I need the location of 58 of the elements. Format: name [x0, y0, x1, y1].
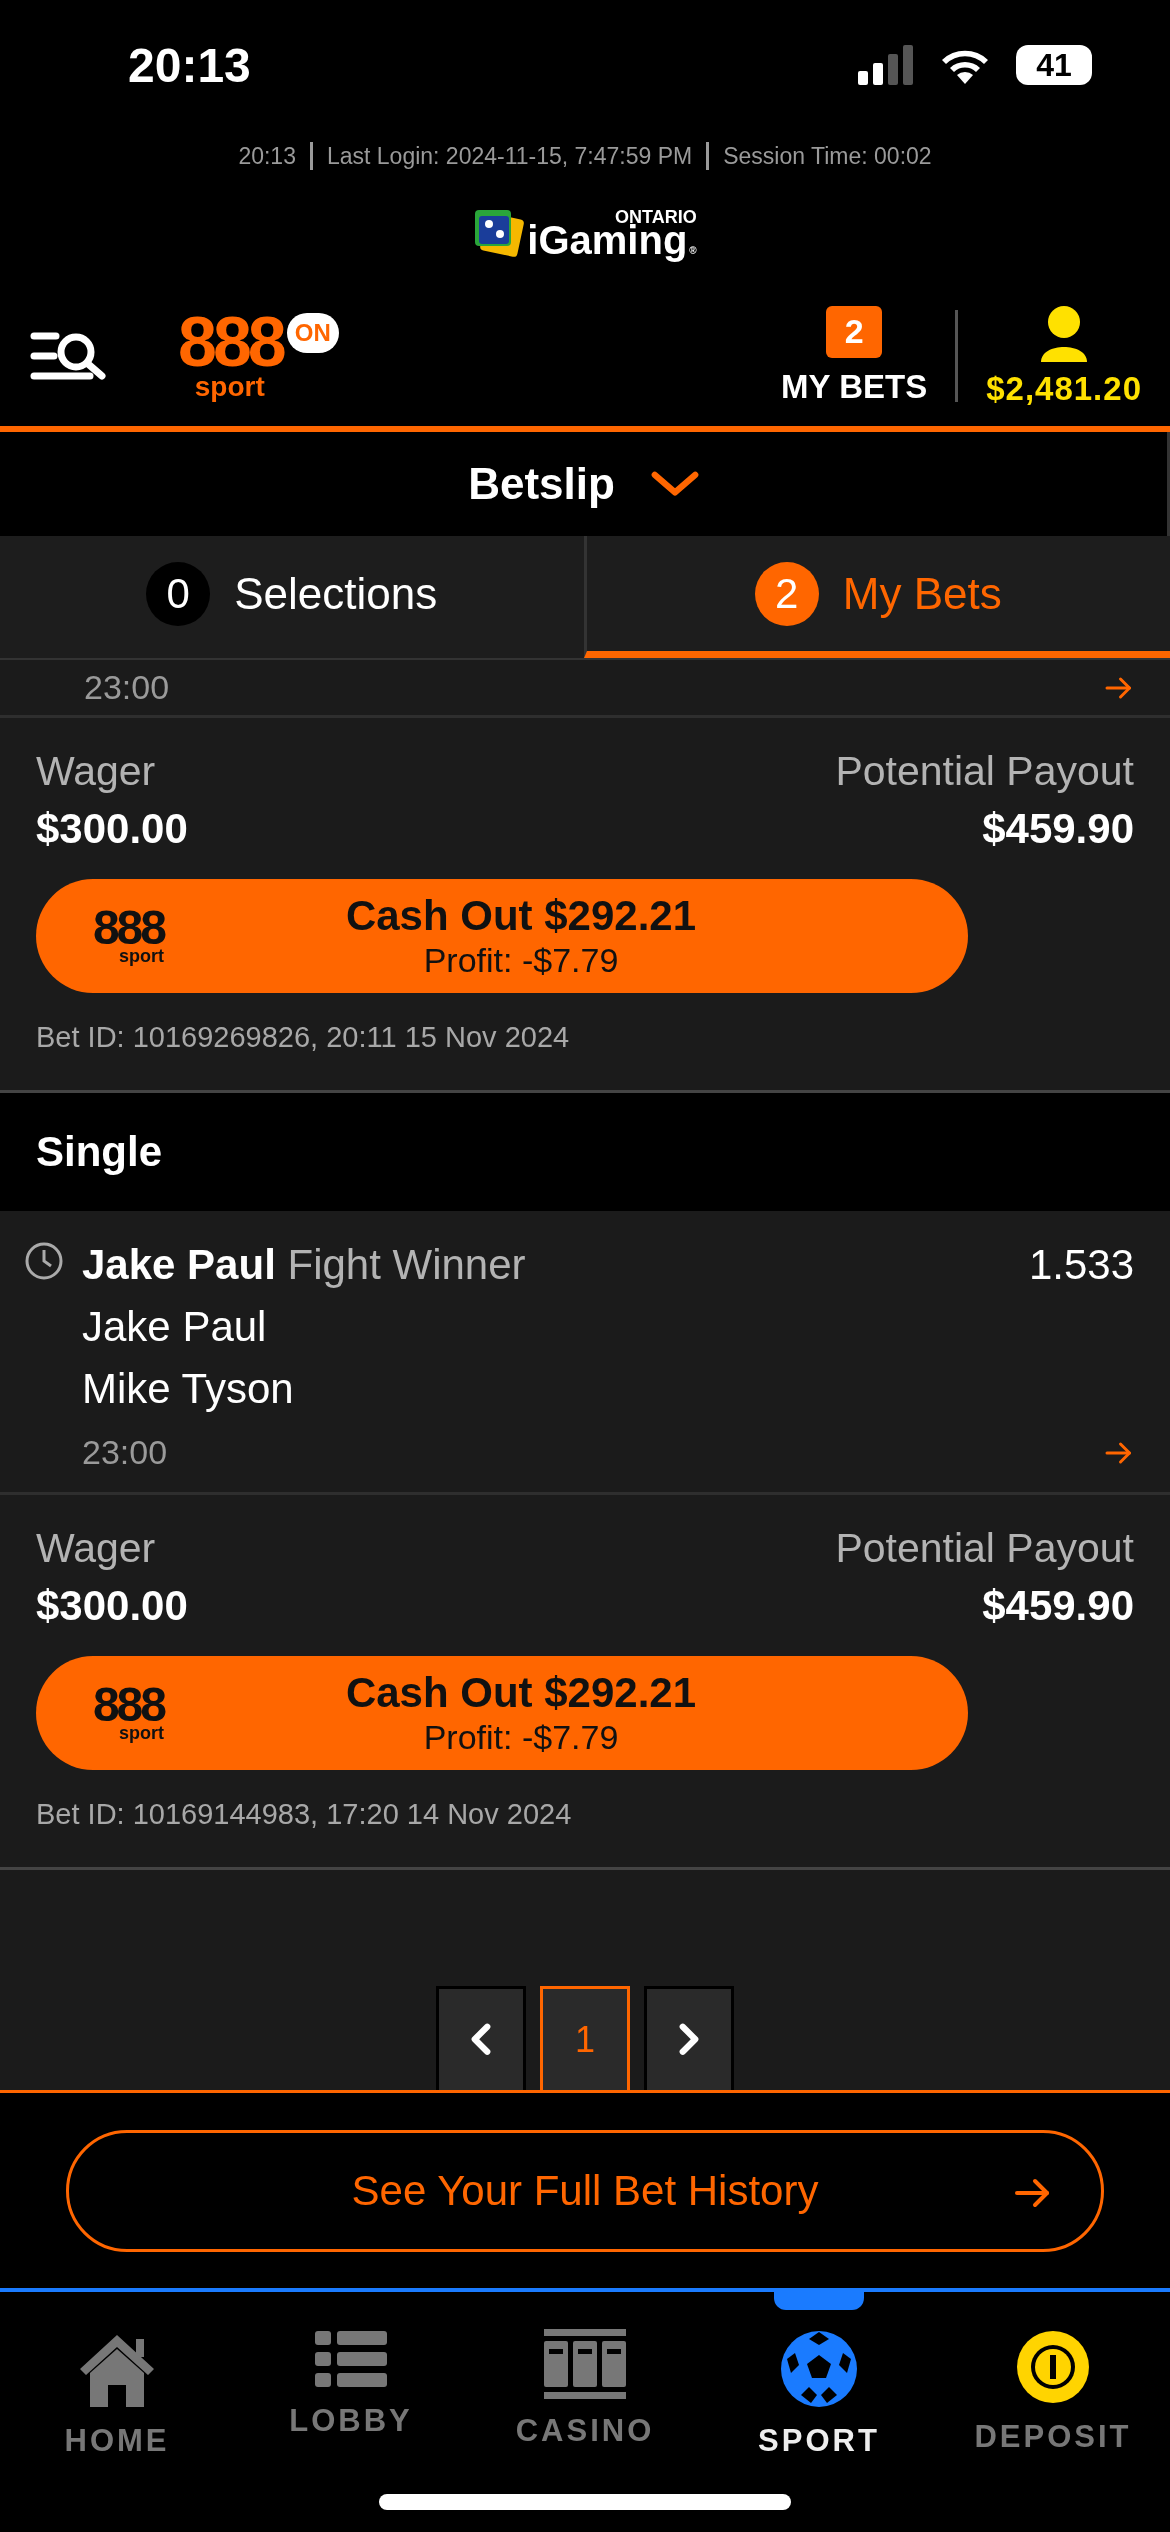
chevron-right-icon	[679, 2023, 699, 2056]
event-time: 23:00	[82, 1433, 168, 1472]
clock-icon	[24, 1241, 64, 1281]
participant-name: Jake Paul	[82, 1303, 268, 1351]
chevron-left-icon	[471, 2023, 491, 2056]
cash-out-amount: Cash Out $292.21	[345, 892, 697, 941]
nav-tab[interactable]: LOBBY	[234, 2328, 468, 2460]
session-clock: 20:13	[238, 142, 296, 170]
previous-page-button[interactable]	[436, 1986, 526, 2090]
payout-amount: $459.90	[982, 805, 1134, 853]
page-button[interactable]: 1	[540, 1986, 630, 2090]
cash-out-button[interactable]: 888 sport Cash Out $292.21 Profit: -$7.79	[36, 879, 968, 993]
nav-tab[interactable]: HOME	[0, 2328, 234, 2460]
selection-title: Jake Paul Fight Winner	[82, 1241, 526, 1289]
event-time: 23:00	[84, 668, 170, 707]
brand-logo-sub: sport	[119, 1725, 164, 1742]
nav-tab[interactable]: SPORT	[702, 2328, 936, 2460]
coin-icon	[1015, 2329, 1091, 2405]
brand-logo-sub: sport	[194, 374, 265, 400]
account-button[interactable]: $2,481.20	[958, 303, 1142, 408]
profit-text: Profit: -$7.79	[423, 1717, 619, 1757]
wager-label: Wager	[36, 1525, 156, 1572]
section-title: Single	[36, 1128, 163, 1176]
list-icon	[315, 2329, 387, 2389]
nav-tab[interactable]: DEPOSIT	[936, 2328, 1170, 2460]
payout-amount: $459.90	[982, 1582, 1134, 1630]
brand-logo: 888	[178, 311, 283, 375]
battery-level: 41	[1016, 45, 1092, 85]
session-time: Session Time: 00:02	[723, 142, 932, 170]
status-time: 20:13	[128, 37, 251, 93]
last-login: Last Login: 2024-11-15, 7:47:59 PM	[326, 142, 693, 170]
slot-machine-icon	[544, 2329, 626, 2399]
bet-id: Bet ID: 10169144983, 17:20 14 Nov 2024	[36, 1798, 573, 1831]
participant-name: Mike Tyson	[82, 1365, 295, 1413]
cash-out-button[interactable]: 888 sport Cash Out $292.21 Profit: -$7.79	[36, 1656, 968, 1770]
wager-label: Wager	[36, 748, 156, 795]
payout-label: Potential Payout	[835, 748, 1134, 795]
brand-logo: 888	[92, 1684, 164, 1726]
wager-amount: $300.00	[36, 805, 188, 853]
odds: 1.533	[1028, 1241, 1134, 1289]
cash-out-amount: Cash Out $292.21	[345, 1669, 697, 1718]
chevron-down-icon	[650, 471, 699, 497]
person-icon	[1039, 303, 1090, 362]
brand-logo: 888	[92, 907, 164, 949]
brand-logo-sub: sport	[119, 948, 164, 965]
region-badge: ON	[286, 313, 339, 354]
betslip-tab[interactable]: 2 My Bets	[583, 536, 1170, 658]
my-bets-button[interactable]: 2 MY BETS	[753, 305, 956, 406]
wager-amount: $300.00	[36, 1582, 188, 1630]
next-page-button[interactable]	[644, 1986, 734, 2090]
bet-history-button[interactable]: See Your Full Bet History	[66, 2129, 1104, 2252]
cards-icon	[473, 207, 526, 260]
payout-label: Potential Payout	[835, 1525, 1134, 1572]
bet-id: Bet ID: 10169269826, 20:11 15 Nov 2024	[36, 1021, 571, 1054]
profit-text: Profit: -$7.79	[423, 940, 619, 980]
soccer-ball-icon	[779, 2329, 859, 2409]
signal-icon	[858, 45, 914, 85]
nav-tab[interactable]: CASINO	[468, 2328, 702, 2460]
